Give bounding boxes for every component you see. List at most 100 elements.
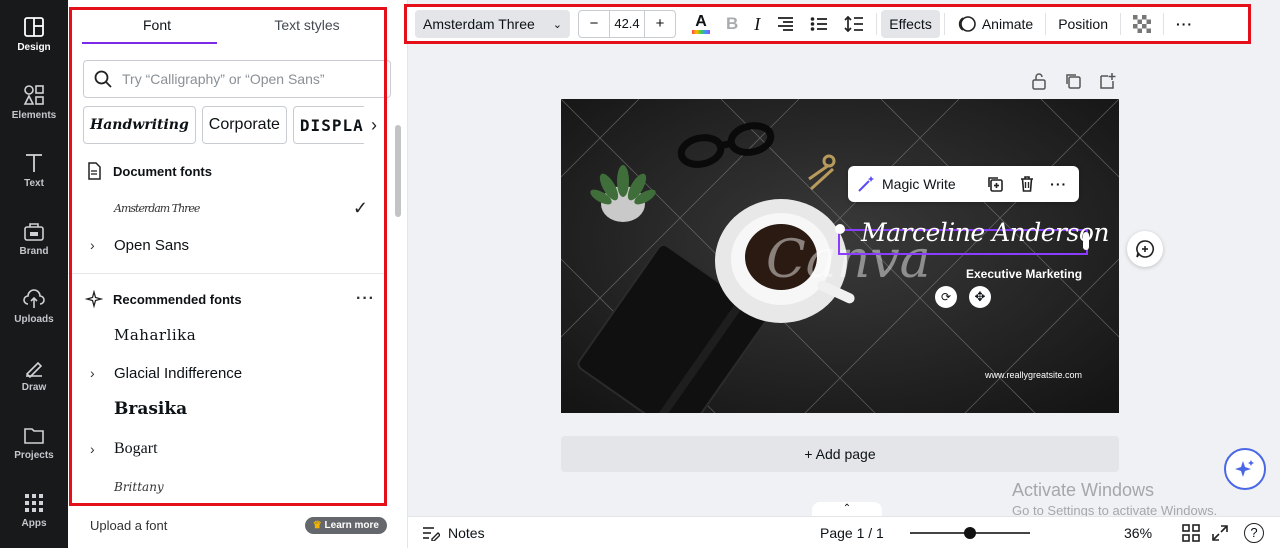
section-title: Document fonts (113, 163, 212, 179)
zoom-value[interactable]: 36% (1124, 525, 1152, 541)
subtitle-text[interactable]: Executive Marketing (966, 267, 1082, 281)
increase-size-button[interactable]: + (645, 11, 675, 37)
rail-item-brand[interactable]: Brand (0, 208, 68, 268)
chevron-right-icon[interactable]: › (90, 365, 108, 381)
font-name: Bogart (114, 440, 158, 457)
text-color-button[interactable]: A (684, 10, 718, 38)
italic-button[interactable]: I (746, 10, 768, 38)
font-name: Brasika (114, 399, 188, 419)
more-options-icon[interactable]: ··· (1048, 173, 1070, 195)
scrollbar-thumb[interactable] (395, 125, 401, 217)
alignment-button[interactable] (768, 10, 802, 38)
notes-button[interactable]: Notes (422, 525, 485, 541)
font-item-glacial-indifference[interactable]: › Glacial Indifference (90, 358, 380, 388)
decrease-size-button[interactable]: − (579, 11, 609, 37)
font-item-brittany[interactable]: Brittany (90, 472, 380, 502)
design-canvas[interactable]: Canva Marceline Anderson Executive Marke… (561, 99, 1119, 413)
font-item-maharlika[interactable]: Maharlika (90, 320, 380, 350)
comment-button[interactable] (1127, 231, 1163, 267)
font-item-open-sans[interactable]: › Open Sans (90, 230, 380, 260)
font-size-input[interactable]: 42.4 (609, 11, 645, 37)
rail-item-text[interactable]: Text (0, 140, 68, 200)
font-search-input[interactable] (122, 71, 372, 87)
apps-icon (25, 493, 43, 512)
move-icon[interactable]: ✥ (969, 286, 991, 308)
rotate-icon[interactable]: ⟳ (935, 286, 957, 308)
font-family-dropdown[interactable]: Amsterdam Three ⌄ (415, 10, 570, 38)
rail-label: Projects (14, 449, 54, 461)
collapse-pages-tab[interactable]: ⌃ (812, 502, 882, 516)
section-divider (68, 273, 386, 274)
add-page-icon[interactable] (1098, 72, 1116, 90)
chevron-right-icon[interactable]: › (90, 237, 108, 253)
trash-icon[interactable] (1016, 173, 1038, 195)
more-options-icon[interactable]: ··· (1168, 10, 1201, 38)
font-item-brasika[interactable]: Brasika (90, 394, 380, 424)
bold-button[interactable]: B (718, 10, 746, 38)
design-artwork: Canva (561, 99, 1119, 413)
name-text[interactable]: Marceline Anderson (861, 218, 1109, 247)
chip-corporate[interactable]: Corporate (201, 106, 287, 144)
document-icon (88, 162, 101, 180)
chevron-right-icon[interactable]: › (90, 441, 108, 457)
design-icon (24, 16, 44, 37)
rail-item-design[interactable]: Design (0, 4, 68, 64)
learn-more-button[interactable]: ♛ Learn more (304, 516, 387, 534)
animate-button[interactable]: Animate (949, 10, 1041, 38)
page-indicator[interactable]: Page 1 / 1 (820, 525, 884, 541)
upload-font-link[interactable]: Upload a font (90, 518, 167, 533)
crown-icon: ♛ (312, 519, 322, 531)
magic-assistant-button[interactable] (1224, 448, 1266, 490)
draw-icon (25, 361, 43, 378)
font-family-value: Amsterdam Three (423, 16, 535, 32)
toolbar-separator (943, 13, 945, 35)
fullscreen-icon[interactable] (1211, 524, 1229, 542)
rail-item-apps[interactable]: Apps (0, 480, 68, 540)
comment-add-icon (1136, 240, 1154, 258)
element-context-menu: Magic Write ··· (848, 166, 1079, 202)
list-button[interactable] (802, 10, 836, 38)
font-panel: Font Text styles Handwriting Corporate D… (68, 0, 408, 548)
transparency-button[interactable] (1125, 10, 1159, 38)
chevron-up-icon: ⌃ (842, 503, 852, 514)
rail-item-projects[interactable]: Projects (0, 412, 68, 472)
transparency-icon (1133, 15, 1151, 33)
font-item-bogart[interactable]: › Bogart (90, 434, 380, 464)
uploads-icon (23, 288, 45, 308)
rail-label: Elements (11, 109, 57, 121)
tab-text-styles[interactable]: Text styles (232, 8, 382, 46)
line-spacing-icon (844, 15, 864, 33)
toolbar-separator (1163, 13, 1164, 35)
rail-item-uploads[interactable]: Uploads (0, 276, 68, 336)
chip-handwriting[interactable]: Handwriting (83, 106, 196, 144)
font-name: Glacial Indifference (114, 364, 243, 382)
document-fonts-header: Document fonts (85, 162, 212, 180)
grid-view-icon[interactable] (1182, 523, 1200, 542)
rail-label: Uploads (14, 313, 54, 325)
rail-label: Design (17, 41, 51, 53)
spacing-button[interactable] (836, 10, 872, 38)
font-item-amsterdam-three[interactable]: Amsterdam Three ✓ (90, 193, 380, 223)
duplicate-icon[interactable] (984, 173, 1006, 195)
effects-button[interactable]: Effects (881, 10, 940, 38)
animate-label: Animate (981, 16, 1034, 32)
tab-font[interactable]: Font (82, 8, 232, 46)
rail-item-draw[interactable]: Draw (0, 344, 68, 404)
zoom-slider-thumb[interactable] (964, 527, 976, 539)
website-text[interactable]: www.reallygreatsite.com (985, 370, 1082, 380)
lock-icon[interactable] (1030, 72, 1048, 90)
watermark-line-1: Activate Windows (1012, 480, 1155, 500)
rail-label: Text (24, 177, 44, 189)
font-size-stepper: − 42.4 + (578, 10, 676, 38)
more-options-icon[interactable]: ··· (356, 290, 375, 308)
position-button[interactable]: Position (1050, 10, 1116, 38)
duplicate-page-icon[interactable] (1064, 72, 1082, 90)
animate-icon (958, 16, 976, 32)
add-page-button[interactable]: + Add page (561, 436, 1119, 472)
help-icon[interactable]: ? (1244, 522, 1264, 543)
rail-item-elements[interactable]: Elements (0, 72, 68, 132)
chips-next-arrow[interactable]: › (364, 106, 384, 144)
selection-handle[interactable] (835, 224, 845, 234)
magic-write-button[interactable]: Magic Write (882, 176, 956, 192)
text-toolbar: Amsterdam Three ⌄ − 42.4 + A B I Effects… (404, 4, 1251, 44)
